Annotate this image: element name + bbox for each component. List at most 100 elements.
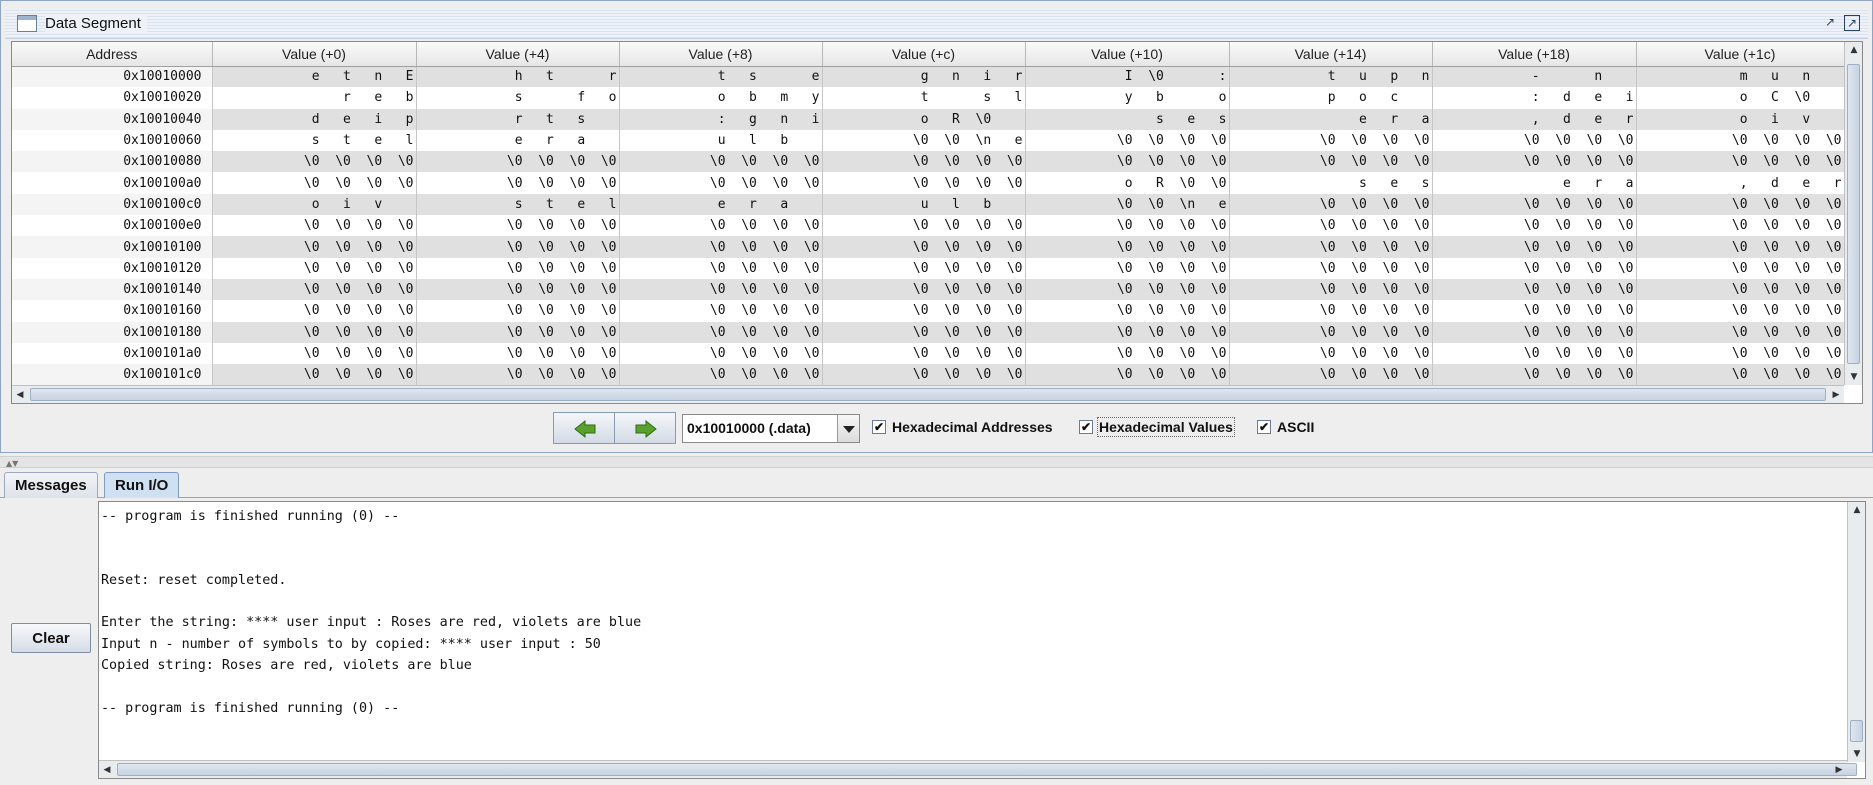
value-cell[interactable]: \0 \0 \0 \0 bbox=[822, 172, 1026, 194]
value-cell[interactable]: I \0 : bbox=[1025, 66, 1230, 88]
value-cell[interactable]: \0 \0 \0 \0 bbox=[1229, 342, 1433, 365]
scroll-thumb[interactable] bbox=[1850, 720, 1863, 742]
column-header-value[interactable]: Value (+14) bbox=[1229, 42, 1433, 67]
column-header-value[interactable]: Value (+18) bbox=[1432, 42, 1637, 67]
restore-icon[interactable]: ↗ bbox=[1822, 15, 1838, 31]
value-cell[interactable]: y b o bbox=[1025, 87, 1230, 109]
value-cell[interactable]: \0 \0 \0 \0 bbox=[822, 364, 1026, 386]
value-cell[interactable]: s f o bbox=[416, 87, 620, 109]
value-cell[interactable]: \0 \0 \0 \0 bbox=[1636, 151, 1845, 173]
console-horizontal-scrollbar[interactable]: ◀ ▶ bbox=[99, 760, 1857, 778]
next-page-button[interactable] bbox=[614, 412, 676, 444]
address-cell[interactable]: 0x10010080 bbox=[12, 151, 213, 173]
scroll-right-icon[interactable]: ▶ bbox=[1831, 761, 1847, 778]
value-cell[interactable]: \0 \0 \0 \0 bbox=[416, 300, 620, 322]
value-cell[interactable]: \0 \0 \0 \0 bbox=[619, 364, 823, 386]
address-cell[interactable]: 0x10010160 bbox=[12, 300, 213, 322]
value-cell[interactable]: \0 \0 \0 \0 bbox=[1432, 236, 1637, 258]
tab-run-io[interactable]: Run I/O bbox=[104, 472, 180, 498]
value-cell[interactable]: \0 \0 \0 \0 bbox=[1432, 151, 1637, 173]
hex-values-checkbox[interactable]: ✔ Hexadecimal Values bbox=[1079, 417, 1245, 439]
value-cell[interactable]: \0 \0 \0 \0 bbox=[416, 321, 620, 343]
value-cell[interactable]: \0 \0 \0 \0 bbox=[1432, 257, 1637, 279]
value-cell[interactable]: o i v bbox=[1636, 108, 1845, 130]
value-cell[interactable]: \0 \0 \0 \0 bbox=[822, 236, 1026, 258]
value-cell[interactable]: \0 \0 \0 \0 bbox=[822, 278, 1026, 301]
scroll-thumb[interactable] bbox=[1847, 64, 1860, 364]
scroll-left-icon[interactable]: ◀ bbox=[12, 386, 28, 403]
value-cell[interactable]: \0 \0 \0 \0 bbox=[212, 236, 417, 258]
tab-messages[interactable]: Messages bbox=[4, 472, 98, 498]
value-cell[interactable]: \0 \0 \0 \0 bbox=[619, 278, 823, 301]
scroll-thumb[interactable] bbox=[30, 388, 1826, 401]
scroll-up-icon[interactable]: ▲ bbox=[1848, 502, 1865, 518]
value-cell[interactable]: \0 \0 \0 \0 bbox=[1229, 300, 1433, 322]
divider-grip-icon[interactable]: ▲▼ bbox=[6, 459, 18, 468]
value-cell[interactable]: \0 \0 \0 \0 bbox=[1229, 321, 1433, 343]
value-cell[interactable]: \0 \0 \0 \0 bbox=[1432, 193, 1637, 216]
window-title-bar[interactable]: Data Segment ↗ ↗ bbox=[5, 9, 1868, 39]
scroll-left-icon[interactable]: ◀ bbox=[99, 761, 115, 778]
value-cell[interactable]: \0 \0 \0 \0 bbox=[212, 342, 417, 365]
column-header-address[interactable]: Address bbox=[12, 42, 213, 67]
address-cell[interactable]: 0x10010140 bbox=[12, 278, 213, 301]
value-cell[interactable]: \0 \0 \0 \0 bbox=[822, 151, 1026, 173]
value-cell[interactable]: \0 \0 \0 \0 bbox=[1636, 129, 1845, 152]
run-io-console[interactable]: -- program is finished running (0) -- Re… bbox=[98, 501, 1866, 779]
value-cell[interactable]: \0 \0 \0 \0 bbox=[212, 278, 417, 301]
value-cell[interactable]: e t n E bbox=[212, 66, 417, 88]
value-cell[interactable]: s e s bbox=[1229, 172, 1433, 194]
value-cell[interactable]: \0 \0 \0 \0 bbox=[1636, 364, 1845, 386]
ascii-checkbox[interactable]: ✔ ASCII bbox=[1257, 419, 1327, 439]
value-cell[interactable]: \0 \0 \0 \0 bbox=[212, 257, 417, 279]
address-cell[interactable]: 0x100100a0 bbox=[12, 172, 213, 194]
hex-addresses-checkbox[interactable]: ✔ Hexadecimal Addresses bbox=[872, 419, 1072, 439]
value-cell[interactable]: \0 \0 \0 \0 bbox=[1229, 236, 1433, 258]
address-cell[interactable]: 0x100101c0 bbox=[12, 364, 213, 386]
value-cell[interactable]: \0 \0 \0 \0 bbox=[1025, 257, 1230, 279]
value-cell[interactable]: \0 \0 \0 \0 bbox=[619, 342, 823, 365]
value-cell[interactable]: \0 \0 \0 \0 bbox=[416, 236, 620, 258]
value-cell[interactable]: t u p n bbox=[1229, 66, 1433, 88]
value-cell[interactable]: o i v bbox=[212, 193, 417, 216]
value-cell[interactable]: t s l bbox=[822, 87, 1026, 109]
value-cell[interactable]: \0 \0 \0 \0 bbox=[822, 257, 1026, 279]
value-cell[interactable]: e r a bbox=[416, 129, 620, 152]
value-cell[interactable]: \0 \0 \0 \0 bbox=[416, 278, 620, 301]
value-cell[interactable]: s t e l bbox=[212, 129, 417, 152]
value-cell[interactable]: \0 \0 \0 \0 bbox=[1432, 215, 1637, 237]
value-cell[interactable]: \0 \0 \0 \0 bbox=[416, 364, 620, 386]
value-cell[interactable]: \0 \0 \0 \0 bbox=[416, 215, 620, 237]
value-cell[interactable]: \0 \0 \0 \0 bbox=[212, 215, 417, 237]
value-cell[interactable]: \0 \0 \0 \0 bbox=[416, 257, 620, 279]
value-cell[interactable]: \0 \0 \0 \0 bbox=[1229, 193, 1433, 216]
scroll-down-icon[interactable]: ▼ bbox=[1845, 369, 1862, 385]
value-cell[interactable]: \0 \0 \0 \0 bbox=[1636, 321, 1845, 343]
value-cell[interactable]: \0 \0 \n e bbox=[1025, 193, 1230, 216]
value-cell[interactable]: \0 \0 \0 \0 bbox=[1432, 364, 1637, 386]
value-cell[interactable]: p o c bbox=[1229, 87, 1433, 109]
value-cell[interactable]: \0 \0 \0 \0 bbox=[619, 257, 823, 279]
column-header-value[interactable]: Value (+4) bbox=[416, 42, 620, 67]
split-pane-divider[interactable]: ▲▼ bbox=[0, 456, 1873, 468]
value-cell[interactable]: m u n bbox=[1636, 66, 1845, 88]
value-cell[interactable]: , d e r bbox=[1636, 172, 1845, 194]
column-header-value[interactable]: Value (+c) bbox=[822, 42, 1026, 67]
value-cell[interactable]: e r a bbox=[1432, 172, 1637, 194]
value-cell[interactable]: \0 \0 \0 \0 bbox=[1229, 257, 1433, 279]
address-cell[interactable]: 0x10010020 bbox=[12, 87, 213, 109]
chevron-down-icon[interactable] bbox=[837, 415, 859, 442]
value-cell[interactable]: \0 \0 \0 \0 bbox=[1025, 364, 1230, 386]
value-cell[interactable]: \0 \0 \0 \0 bbox=[1025, 215, 1230, 237]
address-cell[interactable]: 0x100100c0 bbox=[12, 193, 213, 216]
value-cell[interactable]: : d e i bbox=[1432, 87, 1637, 109]
value-cell[interactable]: \0 \0 \0 \0 bbox=[1025, 236, 1230, 258]
value-cell[interactable]: g n i r bbox=[822, 66, 1026, 88]
address-cell[interactable]: 0x10010100 bbox=[12, 236, 213, 258]
value-cell[interactable]: d e i p bbox=[212, 108, 417, 130]
value-cell[interactable]: \0 \0 \0 \0 bbox=[1636, 257, 1845, 279]
value-cell[interactable]: \0 \0 \0 \0 bbox=[822, 300, 1026, 322]
value-cell[interactable]: - n bbox=[1432, 66, 1637, 88]
address-cell[interactable]: 0x10010060 bbox=[12, 129, 213, 152]
value-cell[interactable]: u l b bbox=[822, 193, 1026, 216]
